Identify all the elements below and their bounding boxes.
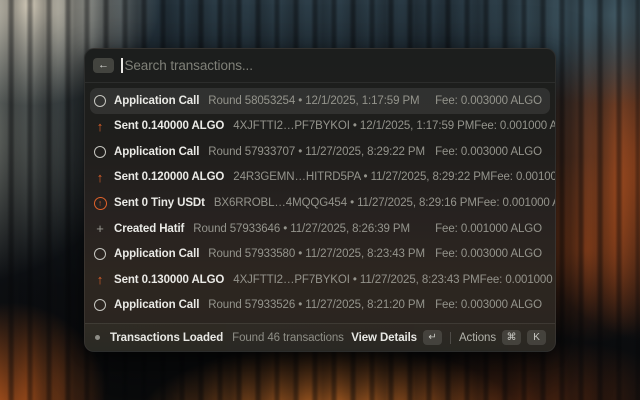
application-call-icon bbox=[93, 247, 107, 261]
transaction-meta: Round 57933526 • 11/27/2025, 8:21:20 PM bbox=[208, 299, 425, 311]
transaction-fee: Fee: 0.003000 ALGO bbox=[435, 95, 542, 107]
text-caret bbox=[121, 58, 123, 73]
application-call-icon bbox=[93, 298, 107, 312]
transaction-label: Sent 0.140000 ALGO bbox=[114, 120, 224, 132]
transaction-list: Application Call Round 58053254 • 12/1/2… bbox=[85, 83, 555, 323]
view-details-button[interactable]: View Details bbox=[351, 332, 417, 344]
actions-button[interactable]: Actions bbox=[459, 332, 496, 344]
application-call-icon bbox=[93, 94, 107, 108]
transaction-fee: Fee: 0.001000 ALGO bbox=[477, 197, 555, 209]
status-detail: Found 46 transactions bbox=[232, 332, 344, 344]
transaction-label: Application Call bbox=[114, 95, 199, 107]
transaction-label: Sent 0.130000 ALGO bbox=[114, 274, 224, 286]
cmd-key-icon: ⌘ bbox=[502, 330, 521, 345]
created-icon: + bbox=[93, 222, 107, 236]
desktop-background: ← Search transactions... Application Cal… bbox=[0, 0, 640, 400]
transaction-meta: BX6RROBL…4MQQG454 • 11/27/2025, 8:29:16 … bbox=[214, 197, 477, 209]
transaction-row[interactable]: Application Call Round 57933580 • 11/27/… bbox=[90, 241, 550, 267]
transaction-fee: Fee: 0.001000 ALGO bbox=[490, 171, 555, 183]
footer-divider bbox=[450, 332, 451, 344]
transaction-row[interactable]: Application Call Round 58053254 • 12/1/2… bbox=[90, 88, 550, 114]
transaction-meta: 4XJFTTI2…PF7BYKOI • 12/1/2025, 1:17:59 P… bbox=[233, 120, 474, 132]
transaction-meta: Round 57933580 • 11/27/2025, 8:23:43 PM bbox=[208, 248, 425, 260]
sent-icon: ↑ bbox=[93, 119, 107, 133]
transaction-fee: Fee: 0.001000 ALGO bbox=[435, 223, 542, 235]
transaction-row[interactable]: ↑ Sent 0.140000 ALGO 4XJFTTI2…PF7BYKOI •… bbox=[90, 114, 550, 140]
transaction-meta: Round 58053254 • 12/1/2025, 1:17:59 PM bbox=[208, 95, 419, 107]
sent-icon: ↑ bbox=[93, 273, 107, 287]
enter-key-icon: ↵ bbox=[423, 330, 442, 345]
status-bar: Transactions Loaded Found 46 transaction… bbox=[85, 323, 555, 351]
transaction-fee: Fee: 0.003000 ALGO bbox=[435, 299, 542, 311]
transaction-fee: Fee: 0.003000 ALGO bbox=[435, 146, 542, 158]
transaction-row[interactable]: Application Call Round 57933707 • 11/27/… bbox=[90, 139, 550, 165]
sent-asset-icon: ↑ bbox=[93, 196, 107, 210]
back-arrow-icon: ← bbox=[98, 60, 109, 71]
transaction-label: Application Call bbox=[114, 248, 199, 260]
transaction-label: Application Call bbox=[114, 299, 199, 311]
status-dot-icon bbox=[95, 335, 100, 340]
transaction-row[interactable]: Application Call Round 57933526 • 11/27/… bbox=[90, 293, 550, 319]
back-button[interactable]: ← bbox=[93, 58, 114, 73]
transaction-row[interactable]: ↑ Sent 0.130000 ALGO 4XJFTTI2…PF7BYKOI •… bbox=[90, 267, 550, 293]
transaction-meta: Round 57933707 • 11/27/2025, 8:29:22 PM bbox=[208, 146, 425, 158]
transaction-fee: Fee: 0.003000 ALGO bbox=[435, 248, 542, 260]
transaction-label: Sent 0.120000 ALGO bbox=[114, 171, 224, 183]
search-input[interactable]: Search transactions... bbox=[125, 58, 253, 73]
transaction-label: Created Hatif bbox=[114, 223, 184, 235]
footer-actions: View Details ↵ Actions ⌘ K bbox=[351, 330, 546, 345]
transaction-meta: 4XJFTTI2…PF7BYKOI • 11/27/2025, 8:23:43 … bbox=[233, 274, 479, 286]
status-title: Transactions Loaded bbox=[110, 332, 223, 344]
transaction-row[interactable]: ↑ Sent 0 Tiny USDt BX6RROBL…4MQQG454 • 1… bbox=[90, 190, 550, 216]
transaction-label: Sent 0 Tiny USDt bbox=[114, 197, 205, 209]
k-key-icon: K bbox=[527, 330, 546, 345]
transaction-fee: Fee: 0.001000 ALGO bbox=[474, 120, 555, 132]
transaction-row[interactable]: ↑ Sent 0.120000 ALGO 24R3GEMN…HITRD5PA •… bbox=[90, 165, 550, 191]
transaction-meta: Round 57933646 • 11/27/2025, 8:26:39 PM bbox=[193, 223, 410, 235]
search-transactions-window: ← Search transactions... Application Cal… bbox=[84, 48, 556, 352]
application-call-icon bbox=[93, 145, 107, 159]
transaction-meta: 24R3GEMN…HITRD5PA • 11/27/2025, 8:29:22 … bbox=[233, 171, 490, 183]
sent-icon: ↑ bbox=[93, 170, 107, 184]
search-header: ← Search transactions... bbox=[85, 49, 555, 83]
transaction-fee: Fee: 0.001000 ALGO bbox=[480, 274, 555, 286]
transaction-label: Application Call bbox=[114, 146, 199, 158]
transaction-row[interactable]: + Created Hatif Round 57933646 • 11/27/2… bbox=[90, 216, 550, 242]
